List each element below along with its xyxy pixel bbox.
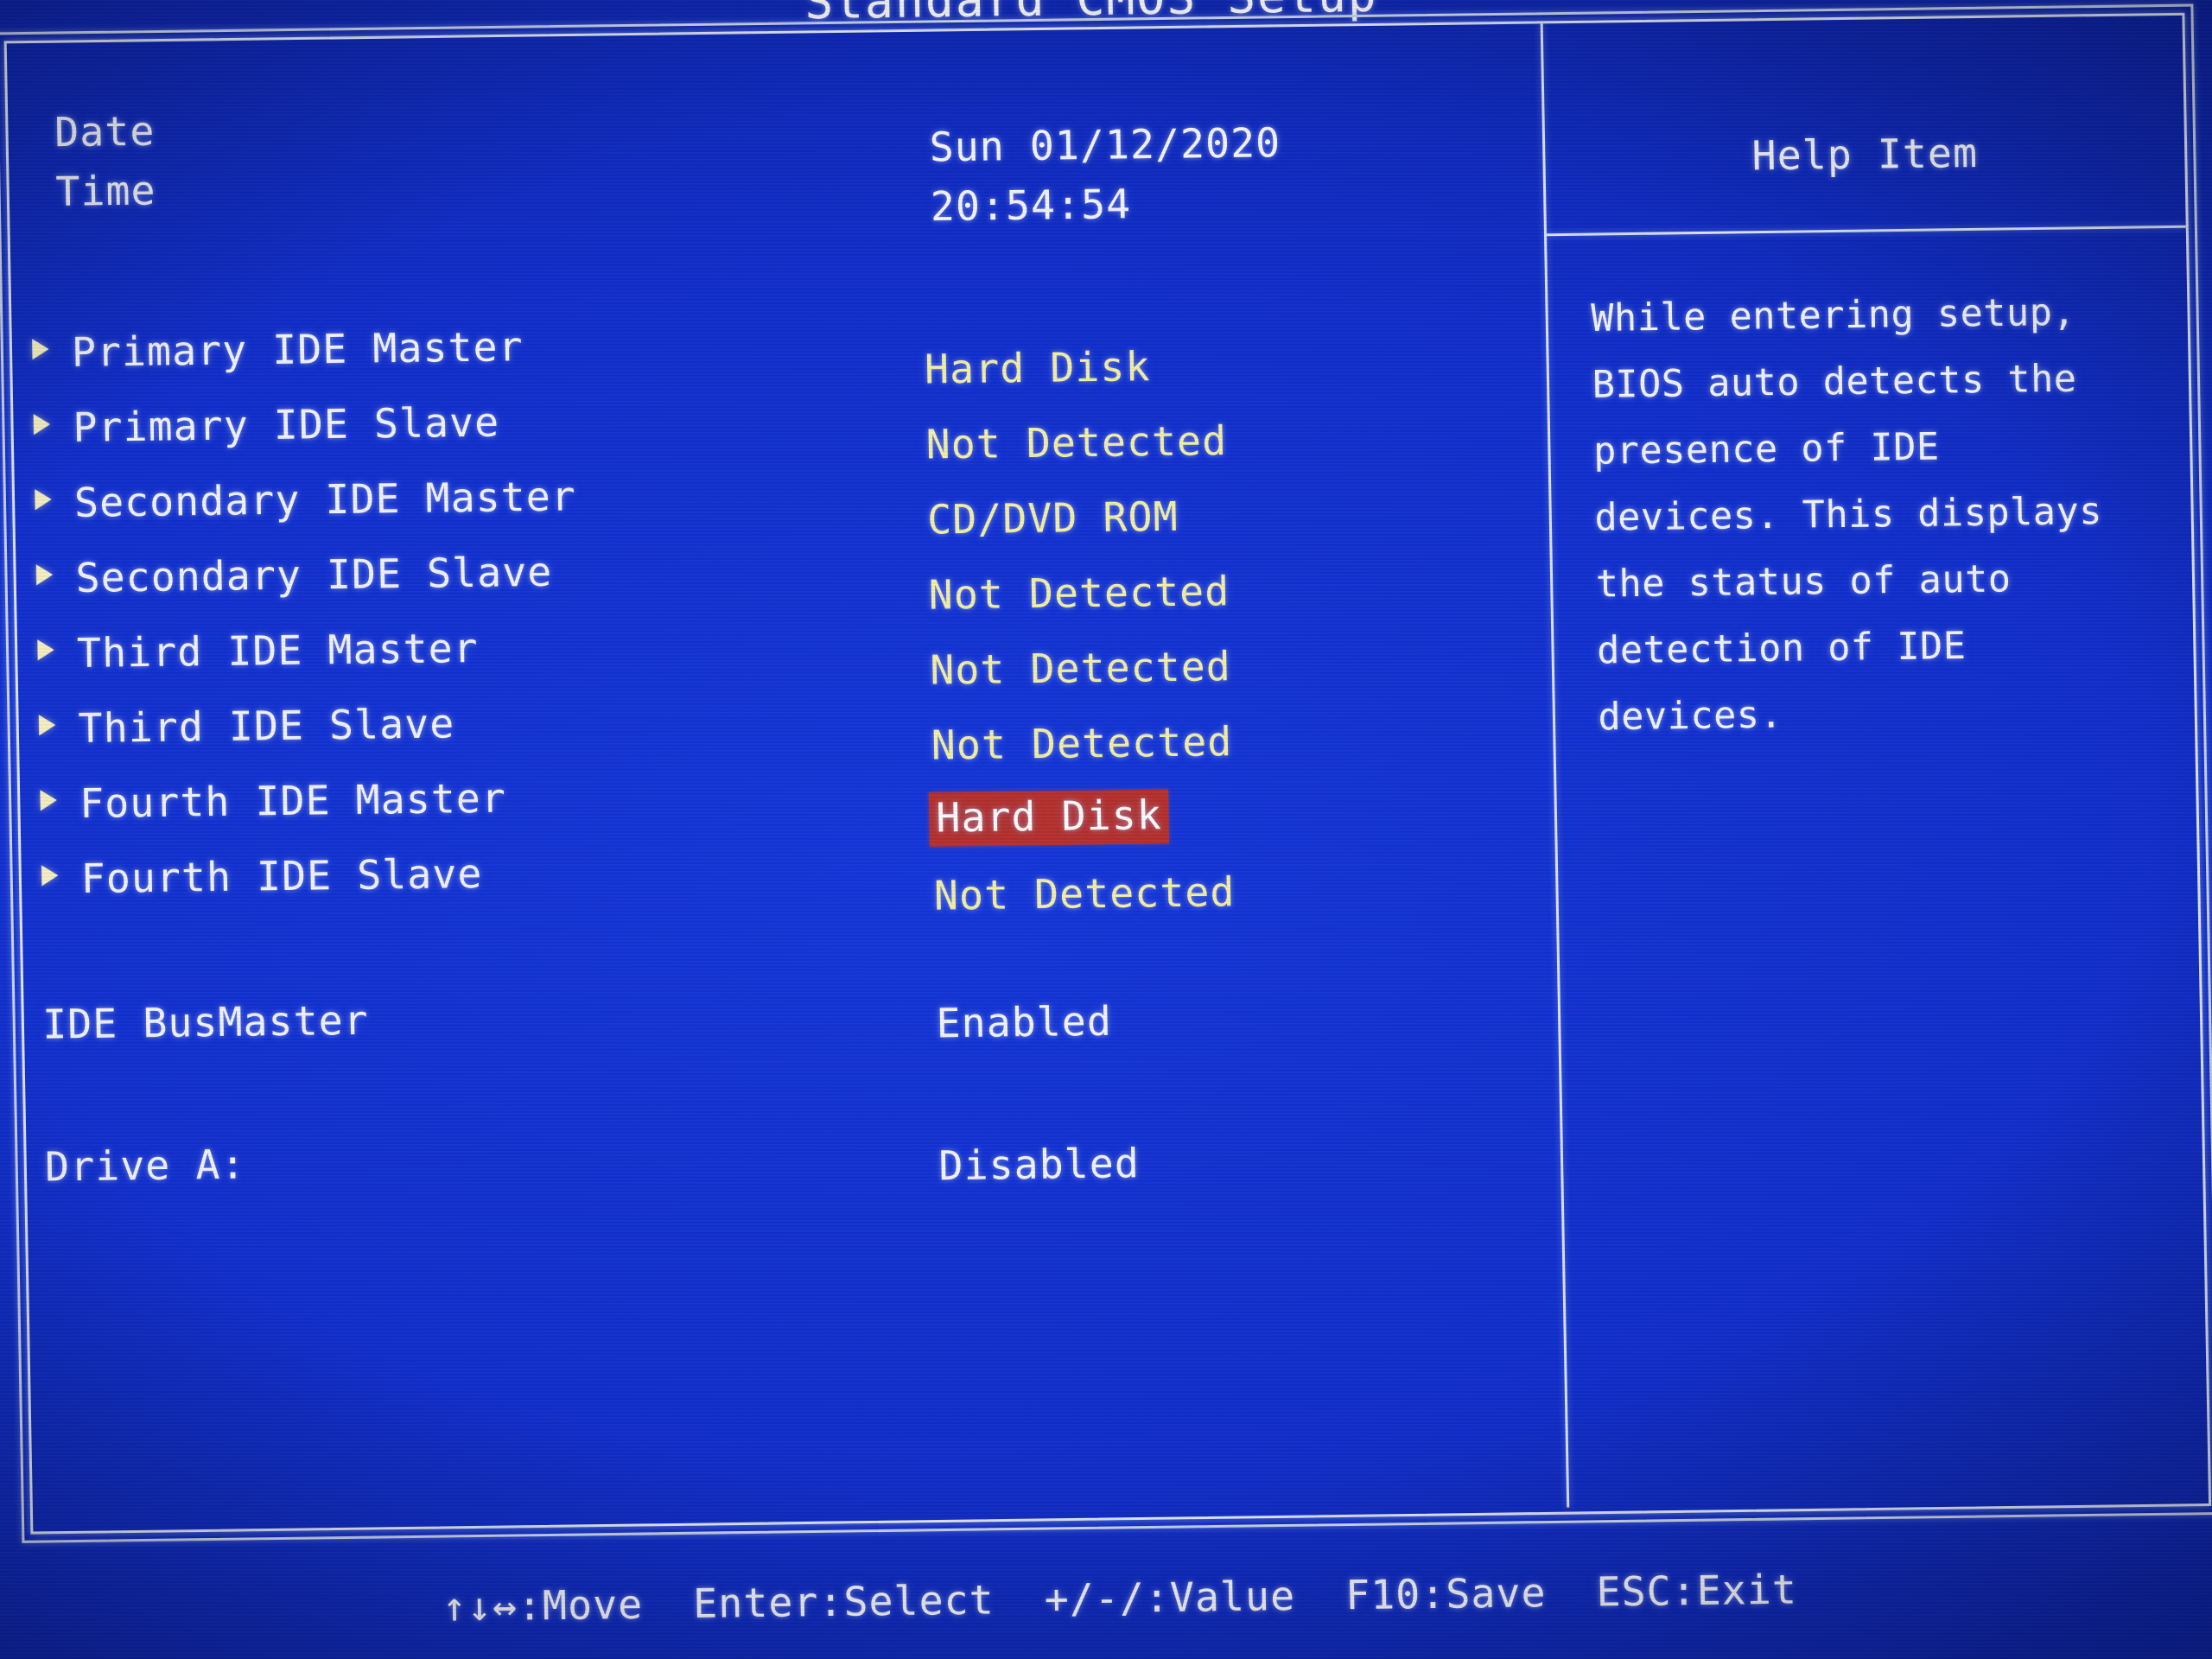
ide-row-primary-ide-master[interactable]: Primary IDE Master [32,323,524,377]
ide-label: Third IDE Master [76,624,480,677]
date-label: Date [54,107,156,156]
triangle-right-icon [38,714,56,736]
ide-row-secondary-ide-master[interactable]: Secondary IDE Master [35,473,576,527]
ide-label: Secondary IDE Master [73,472,577,527]
ide-row-primary-ide-slave[interactable]: Primary IDE Slave [33,398,500,452]
triangle-right-icon [35,563,54,586]
ide-status: CD/DVD ROM [926,493,1179,543]
drive-a-label: Drive A: [44,1141,246,1191]
ide-label: Third IDE Slave [78,699,455,753]
date-value: Sun 01/12/2020 [929,118,1281,171]
ide-value-primary-ide-master[interactable]: Hard Disk [925,343,1151,393]
help-line: devices. [1598,693,1783,740]
ide-status: Not Detected [929,642,1232,694]
drive-a-value: Disabled [938,1139,1141,1190]
ide-value-third-ide-slave[interactable]: Not Detected [931,718,1232,769]
help-line: presence of IDE [1592,425,1941,474]
help-line: detection of IDE [1596,624,1967,673]
triangle-right-icon [41,864,59,887]
bios-setup-screen: Standard CMOS Setup Date Time Primary ID… [0,0,2212,1659]
triangle-right-icon [33,413,51,435]
ide-busmaster-value-row[interactable]: Enabled [936,997,1112,1046]
help-panel-body: While entering setup, BIOS auto detects … [1591,277,2211,750]
ide-row-secondary-ide-slave[interactable]: Secondary IDE Slave [35,548,553,602]
ide-status: Hard Disk [924,342,1151,393]
frame-inner-border [3,12,2212,1535]
ide-label: Fourth IDE Master [79,774,507,828]
ide-label: Fourth IDE Slave [80,849,483,903]
help-line: BIOS auto detects the [1592,357,2077,407]
ide-status: Not Detected [925,416,1228,468]
ide-status-selected: Hard Disk [928,789,1170,847]
triangle-right-icon [37,639,54,661]
help-panel-title: Help Item [1751,129,1979,180]
help-line: the status of auto [1595,556,2012,607]
time-label: Time [54,166,157,216]
footer-keys-row-1: ↑↓↔:Move Enter:Select +/-/:Value F10:Sav… [442,1565,1798,1630]
ide-label: Primary IDE Master [71,322,524,377]
ide-value-fourth-ide-master-selected[interactable]: Hard Disk [928,789,1170,847]
ide-status: Not Detected [928,567,1230,619]
triangle-right-icon [35,488,52,511]
time-row[interactable]: Time [55,167,156,215]
ide-busmaster-value: Enabled [936,997,1113,1047]
help-line: devices. This displays [1594,489,2103,540]
ide-value-secondary-ide-master[interactable]: CD/DVD ROM [927,493,1179,543]
ide-value-primary-ide-slave[interactable]: Not Detected [925,417,1227,468]
date-value-row[interactable]: Sun 01/12/2020 [929,119,1281,171]
ide-row-fourth-ide-slave[interactable]: Fourth IDE Slave [41,849,483,902]
ide-status: Not Detected [931,717,1233,769]
ide-label: Primary IDE Slave [72,398,500,452]
ide-value-third-ide-master[interactable]: Not Detected [930,643,1231,694]
ide-row-fourth-ide-master[interactable]: Fourth IDE Master [40,774,506,828]
ide-status: Not Detected [933,868,1236,919]
drive-a-value-row[interactable]: Disabled [938,1140,1140,1190]
ide-busmaster-label: IDE BusMaster [41,996,370,1048]
setting-row-drive-a[interactable]: Drive A: [45,1141,246,1191]
ide-value-secondary-ide-slave[interactable]: Not Detected [928,568,1230,619]
setting-row-ide-busmaster[interactable]: IDE BusMaster [42,996,369,1048]
time-value-row[interactable]: 20:54:54 [930,181,1131,231]
time-value: 20:54:54 [930,180,1132,231]
ide-row-third-ide-master[interactable]: Third IDE Master [37,624,479,677]
help-line: While entering setup, [1590,290,2076,341]
ide-row-third-ide-slave[interactable]: Third IDE Slave [38,699,455,753]
ide-label: Secondary IDE Slave [75,548,553,602]
triangle-right-icon [32,338,49,360]
date-row[interactable]: Date [54,107,156,156]
ide-value-fourth-ide-slave[interactable]: Not Detected [933,868,1235,919]
triangle-right-icon [40,789,58,811]
